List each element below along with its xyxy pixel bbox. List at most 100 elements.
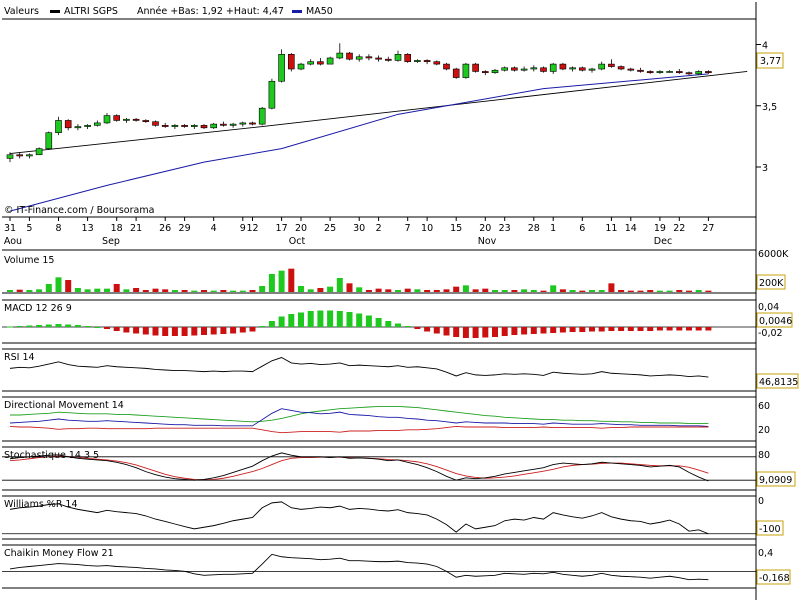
candle-body: [608, 63, 615, 67]
williams-series: [2, 501, 756, 535]
candle-body: [481, 71, 489, 73]
dmi-y-tick-top: 60: [758, 401, 770, 412]
candle-body: [94, 122, 101, 126]
macd-bar: [433, 327, 440, 334]
candle-body: [355, 56, 363, 60]
x-tick-label: 26: [159, 223, 171, 234]
macd-bar: [569, 327, 576, 332]
x-month-label: Nov: [478, 236, 497, 247]
macd-bar: [84, 326, 91, 327]
volume-bar: [133, 288, 140, 292]
cmf-label: Chaikin Money Flow 21: [4, 548, 114, 559]
x-month-label: Sep: [102, 236, 120, 247]
volume-bar: [55, 277, 62, 292]
volume-bar: [259, 286, 266, 292]
volume-bar: [239, 290, 246, 292]
macd-bar: [404, 326, 411, 327]
macd-bar: [492, 327, 498, 337]
macd-y-tick-top: 0,04: [758, 302, 779, 313]
candle-body: [394, 53, 402, 61]
macd-bar: [540, 327, 547, 334]
williams-last-value: -100: [759, 524, 781, 535]
volume-bar: [307, 289, 314, 292]
x-tick-label: 22: [673, 223, 685, 234]
macd-label: MACD 12 26 9: [4, 303, 72, 314]
candle-body: [74, 126, 82, 129]
macd-bar: [530, 327, 537, 334]
volume-bar: [637, 290, 644, 292]
volume-bar: [492, 290, 498, 292]
volume-label: Volume 15: [4, 255, 54, 266]
volume-bar: [356, 287, 363, 292]
x-tick-label: 19: [654, 223, 666, 234]
macd-bar: [268, 321, 275, 327]
x-tick-label: 15: [450, 223, 462, 234]
macd-bar: [598, 327, 605, 332]
macd-bar: [501, 327, 508, 336]
x-tick-label: 18: [111, 223, 123, 234]
candle-body: [64, 120, 72, 129]
macd-bar: [142, 327, 149, 335]
volume-bar: [278, 270, 285, 292]
instrument-legend-swatch: [50, 10, 60, 13]
volume-panel: Volume 15 6000K 200K: [2, 249, 789, 294]
x-tick-label: 25: [324, 223, 336, 234]
candle-body: [511, 67, 518, 71]
header-range: Année +Bas: 1,92 +Haut: 4,47: [137, 6, 284, 17]
macd-bar: [7, 326, 13, 328]
macd-bar: [686, 327, 692, 331]
chart-canvas: Valeurs ALTRI SGPS Année +Bas: 1,92 +Hau…: [2, 2, 799, 600]
volume-bar: [365, 290, 372, 292]
candle-body: [520, 68, 528, 71]
volume-bar: [104, 288, 110, 292]
dmi-minus-di-line: [9, 425, 709, 434]
x-tick-label: 4: [211, 223, 217, 234]
macd-bar: [676, 327, 683, 331]
x-month-label: Dec: [654, 236, 672, 247]
macd-bar: [220, 327, 227, 334]
volume-bar: [530, 290, 537, 292]
macd-bar: [55, 324, 62, 327]
macd-bars: [2, 310, 756, 338]
candle-body: [35, 148, 43, 156]
macd-bar: [550, 327, 557, 333]
candle-body: [84, 125, 91, 127]
candle-body: [549, 63, 557, 72]
macd-bar: [472, 327, 479, 338]
x-axis: 31 5 8 13 18 21 26 29 4 9 12 17 20 25 30 2 7 10 15 20 23 28 1 6…: [4, 217, 714, 247]
macd-bar: [453, 327, 460, 337]
volume-bar: [414, 289, 421, 292]
candle-body: [229, 123, 237, 126]
macd-bar: [589, 327, 595, 332]
macd-bar: [230, 327, 237, 334]
volume-bar: [298, 286, 304, 292]
rsi-series: [9, 357, 709, 378]
price-last-value: 3,77: [760, 56, 781, 67]
x-tick-label: 5: [26, 223, 32, 234]
price-y-tick: 3: [762, 163, 768, 174]
candle-body: [365, 56, 373, 59]
dmi-panel: Directional Movement 14 60 20: [2, 396, 770, 442]
macd-bar: [307, 311, 314, 327]
candle-body: [346, 52, 353, 60]
dmi-label: Directional Movement 14: [4, 400, 124, 411]
volume-bar: [142, 290, 149, 292]
price-overlay-lines: [9, 71, 748, 212]
dmi-plus-di-line: [9, 408, 709, 427]
macd-bar: [462, 327, 469, 338]
candle-body: [559, 63, 567, 70]
macd-bar: [666, 327, 673, 331]
cmf-last-value: -0,168: [759, 573, 790, 584]
macd-y-tick-bottom: -0,02: [758, 328, 783, 339]
x-tick-label: 8: [55, 223, 61, 234]
volume-bar: [36, 289, 43, 292]
candle-body: [297, 63, 305, 70]
volume-bar: [26, 290, 33, 292]
macd-bar: [162, 327, 169, 336]
candle-body: [646, 71, 654, 73]
candle-body: [443, 63, 450, 70]
macd-bar: [278, 316, 285, 327]
candle-body: [103, 115, 111, 124]
candle-body: [55, 120, 62, 133]
candle-body: [6, 154, 14, 159]
